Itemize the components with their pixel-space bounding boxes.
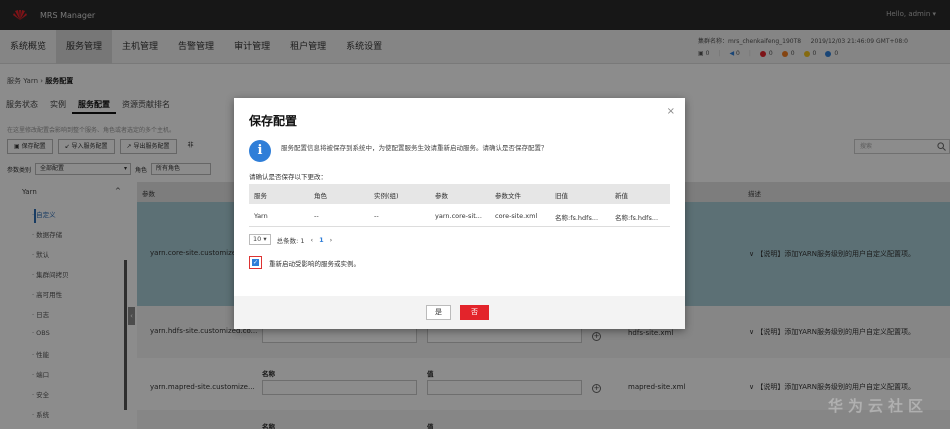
save-config-dialog: 保存配置 × i 服务配置信息将被保存到系统中，为使配置服务生效请重新启动服务。… [234,98,685,329]
col-param-file: 参数文件 [495,192,521,200]
col-param: 参数 [435,192,448,200]
cell-param-file: core-site.xml [495,212,538,220]
cell-instance: -- [374,212,379,220]
col-role: 角色 [314,192,327,200]
checkmark-icon: ✓ [252,259,259,266]
dialog-message: 服务配置信息将被保存到系统中，为使配置服务生效请重新启动服务。请确认是否保存配置… [281,144,548,152]
cell-role: -- [314,212,319,220]
col-service: 服务 [254,192,267,200]
cell-param: yarn.core-sit... [435,212,482,220]
prev-page-icon[interactable]: ‹ [311,236,314,244]
yes-button[interactable]: 是 [426,305,451,320]
changes-table-header: 服务 角色 实例(组) 参数 参数文件 旧值 新值 [249,184,670,204]
restart-option: ✓ 重新启动受影响的服务或实例。 [249,256,360,269]
cell-old-value: 名称:fs.hdfs... [555,214,599,222]
col-old-value: 旧值 [555,192,568,200]
col-new-value: 新值 [615,192,628,200]
dialog-footer: 是 否 [234,296,685,329]
dialog-title: 保存配置 [249,114,298,128]
info-icon: i [249,140,271,162]
cell-new-value: 名称:fs.hdfs... [615,214,659,222]
current-page[interactable]: 1 [319,236,324,244]
page-size-select[interactable]: 10 ▾ [249,234,271,245]
restart-checkbox[interactable]: ✓ [249,256,262,269]
watermark: 华为云社区 [828,397,929,415]
confirm-label: 请确认是否保存以下更改： [249,173,327,181]
cell-service: Yarn [254,212,268,220]
close-icon[interactable]: × [667,106,675,117]
next-page-icon[interactable]: › [330,236,333,244]
no-button[interactable]: 否 [460,305,489,320]
total-count: 总条数: 1 [276,236,305,245]
table-row: Yarn -- -- yarn.core-sit... core-site.xm… [249,204,670,227]
pagination: 10 ▾ 总条数: 1 ‹ 1 › [249,234,332,245]
col-instance: 实例(组) [374,192,399,200]
restart-label: 重新启动受影响的服务或实例。 [269,259,360,268]
